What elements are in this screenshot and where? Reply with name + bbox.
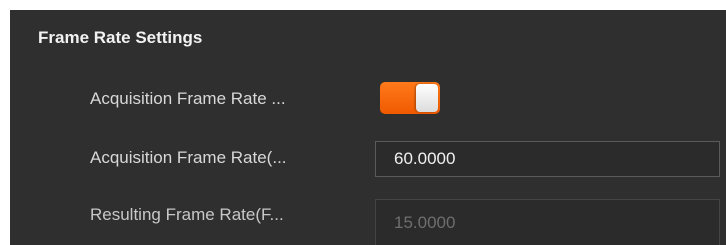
resulting-frame-rate-field — [375, 199, 720, 245]
toggle-knob — [416, 84, 438, 112]
resulting-frame-rate-label: Resulting Frame Rate(F... — [90, 205, 284, 224]
section-title: Frame Rate Settings — [38, 28, 203, 47]
acquisition-frame-rate-enable-toggle[interactable] — [380, 82, 440, 114]
acquisition-frame-rate-enable-label: Acquisition Frame Rate ... — [90, 89, 286, 108]
acquisition-frame-rate-input[interactable] — [375, 141, 720, 177]
frame-rate-settings-panel: Frame Rate Settings Acquisition Frame Ra… — [10, 10, 726, 245]
acquisition-frame-rate-label: Acquisition Frame Rate(... — [90, 148, 287, 167]
